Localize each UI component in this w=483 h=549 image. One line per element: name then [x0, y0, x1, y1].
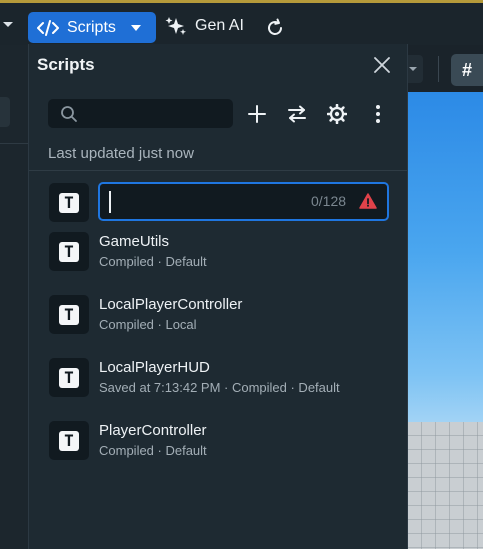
scripts-tab-label: Scripts — [67, 18, 116, 36]
script-status: Compiled · Local — [99, 317, 197, 332]
script-name: PlayerController — [99, 422, 207, 439]
search-box — [48, 99, 233, 128]
left-sidebar-background — [0, 45, 28, 549]
script-glyph: T — [59, 367, 79, 388]
script-glyph: T — [59, 241, 79, 262]
chevron-down-icon[interactable] — [131, 25, 141, 31]
grid-toggle-button[interactable]: # — [451, 54, 483, 86]
script-name: GameUtils — [99, 233, 170, 250]
last-updated-status: Last updated just now — [48, 145, 194, 162]
text-cursor — [109, 191, 111, 213]
code-icon — [37, 19, 59, 36]
divider — [438, 56, 439, 82]
more-vertical-icon — [376, 105, 380, 123]
script-glyph: T — [59, 192, 79, 213]
gen-ai-label: Gen AI — [195, 17, 244, 34]
search-input[interactable] — [84, 103, 224, 124]
script-list-item[interactable]: T PlayerController Compiled · Default — [49, 421, 399, 475]
new-script-name-input[interactable] — [108, 191, 298, 213]
script-status: Compiled · Default — [99, 254, 207, 269]
sparkle-icon — [165, 17, 186, 35]
plus-icon — [248, 105, 266, 123]
gen-ai-button[interactable]: Gen AI — [165, 16, 244, 36]
script-status: Compiled · Default — [99, 443, 207, 458]
scripts-panel: Scripts Last updated just now T 0/128 T … — [28, 44, 408, 549]
close-icon[interactable] — [373, 56, 391, 74]
more-options-button[interactable] — [368, 104, 388, 124]
script-icon: T — [49, 358, 89, 397]
swap-icon — [288, 105, 306, 123]
warning-icon — [359, 193, 377, 209]
viewport-dropdown[interactable] — [407, 55, 423, 83]
gear-icon — [327, 104, 347, 124]
script-glyph: T — [59, 304, 79, 325]
add-script-button[interactable] — [247, 104, 267, 124]
script-icon: T — [49, 421, 89, 460]
divider — [29, 170, 407, 171]
script-list-item[interactable]: T LocalPlayerHUD Saved at 7:13:42 PM · C… — [49, 358, 399, 412]
viewport-floor-grid — [407, 422, 483, 549]
script-name: LocalPlayerHUD — [99, 359, 210, 376]
character-counter: 0/128 — [311, 193, 347, 209]
settings-button[interactable] — [327, 104, 347, 124]
script-icon: T — [49, 232, 89, 271]
grid-icon: # — [461, 59, 472, 80]
script-status: Saved at 7:13:42 PM · Compiled · Default — [99, 380, 340, 395]
search-icon — [61, 106, 77, 122]
script-icon: T — [49, 295, 89, 334]
script-list-item[interactable]: T LocalPlayerController Compiled · Local — [49, 295, 399, 349]
sync-button[interactable] — [287, 104, 307, 124]
panel-title: Scripts — [37, 55, 95, 74]
sidebar-input-stub — [0, 97, 10, 127]
refresh-icon[interactable] — [265, 18, 285, 38]
new-script-name-field[interactable]: 0/128 — [98, 182, 389, 221]
script-name: LocalPlayerController — [99, 296, 243, 313]
script-glyph: T — [59, 430, 79, 451]
scene-viewport[interactable] — [407, 92, 483, 549]
scripts-tab-button[interactable]: Scripts — [28, 12, 156, 43]
editor-toolbar: Scripts Gen AI — [0, 3, 483, 45]
script-icon: T — [49, 183, 89, 222]
script-list-item[interactable]: T GameUtils Compiled · Default — [49, 232, 399, 286]
divider — [0, 143, 28, 144]
chevron-down-icon[interactable] — [3, 22, 13, 27]
